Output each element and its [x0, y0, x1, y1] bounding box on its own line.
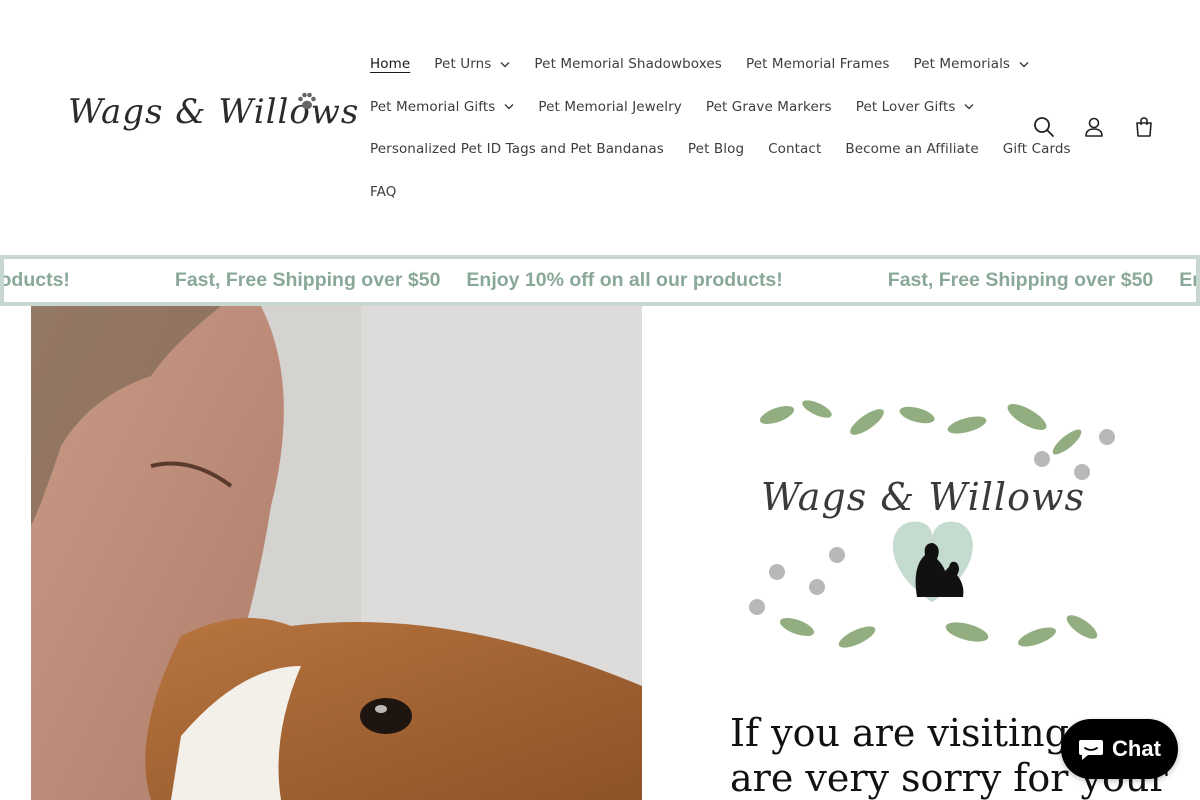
paw-icon: [298, 92, 316, 110]
announcement-message: Enjoy: [1179, 269, 1196, 291]
nav-item-pet-memorial-gifts[interactable]: Pet Memorial Gifts: [370, 99, 514, 115]
header-icons: [1030, 113, 1158, 141]
brand-logo[interactable]: Wags & Willows: [62, 86, 358, 150]
nav-item-label: Contact: [768, 141, 822, 158]
announcement-message: Enjoy 10% off on all our products!: [466, 269, 783, 291]
card-brand-name: Wags & Willows: [761, 475, 1085, 519]
nav-item-gift-cards[interactable]: Gift Cards: [1003, 141, 1071, 157]
cart-icon[interactable]: [1130, 113, 1158, 141]
nav-item-contact[interactable]: Contact: [768, 141, 821, 157]
nav-item-pet-lover-gifts[interactable]: Pet Lover Gifts: [856, 99, 975, 115]
announcement-message: products!: [0, 269, 70, 291]
chat-label: Chat: [1112, 736, 1161, 761]
search-icon[interactable]: [1030, 113, 1058, 141]
hero-section: Wags & Willows If you are visiting, we a…: [0, 306, 1200, 800]
nav-item-label: Pet Memorial Frames: [745, 56, 890, 73]
nav-item-become-an-affiliate[interactable]: Become an Affiliate: [845, 141, 978, 157]
account-icon[interactable]: [1080, 113, 1108, 141]
nav-item-home[interactable]: Home: [370, 56, 410, 72]
nav-item-label: Pet Lover Gifts: [855, 98, 956, 115]
nav-row: Personalized Pet ID Tags and Pet Bandana…: [370, 128, 1071, 171]
chat-bubble-icon: [1079, 740, 1104, 760]
site-header: Wags & Willows Home Pet Urns Pet Memorial …: [0, 0, 1200, 255]
chevron-down-icon: [1019, 61, 1029, 68]
nav-item-label: Gift Cards: [1002, 141, 1071, 158]
nav-item-pet-memorial-shadowboxes[interactable]: Pet Memorial Shadowboxes: [534, 56, 722, 72]
nav-item-pet-urns[interactable]: Pet Urns: [434, 56, 510, 72]
chevron-down-icon: [504, 104, 514, 110]
nav-item-label: Personalized Pet ID Tags and Pet Bandana…: [370, 141, 664, 158]
nav-item-label: Home: [370, 56, 411, 73]
announcement-bar: products! Fast, Free Shipping over $50 Enj…: [0, 255, 1200, 306]
nav-item-personalized-pet-id-tags-and-pet-bandanas[interactable]: Personalized Pet ID Tags and Pet Bandana…: [370, 141, 664, 157]
main-navigation: Home Pet Urns Pet Memorial Shadowboxes Pet …: [370, 43, 1071, 214]
nav-item-label: FAQ: [370, 183, 397, 200]
nav-item-label: Pet Grave Markers: [705, 98, 832, 115]
nav-item-pet-memorial-jewelry[interactable]: Pet Memorial Jewelry: [538, 99, 681, 115]
nav-item-pet-memorials[interactable]: Pet Memorials: [913, 56, 1029, 72]
announcement-marquee: products! Fast, Free Shipping over $50 Enj…: [0, 269, 1196, 292]
leaves-illustration: [749, 400, 1115, 648]
nav-item-label: Pet Memorials: [913, 56, 1011, 73]
nav-item-pet-memorial-frames[interactable]: Pet Memorial Frames: [746, 56, 890, 72]
nav-item-label: Become an Affiliate: [845, 141, 979, 158]
nav-item-label: Pet Memorial Gifts: [370, 98, 496, 115]
chat-button[interactable]: Chat: [1061, 719, 1178, 779]
announcement-inner: products!Fast, Free Shipping over $50Enj…: [4, 259, 1196, 302]
chevron-down-icon: [500, 61, 510, 68]
nav-item-pet-blog[interactable]: Pet Blog: [688, 141, 744, 157]
nav-row: FAQ: [370, 171, 1010, 214]
announcement-message: Fast, Free Shipping over $50: [887, 269, 1154, 291]
nav-row: Home Pet Urns Pet Memorial Shadowboxes Pet …: [370, 43, 1029, 86]
announcement-message: Fast, Free Shipping over $50: [174, 269, 441, 291]
nav-item-label: Pet Memorial Shadowboxes: [534, 56, 722, 73]
nav-item-pet-grave-markers[interactable]: Pet Grave Markers: [706, 99, 832, 115]
chevron-down-icon: [964, 104, 974, 110]
nav-row: Pet Memorial Gifts Pet Memorial Jewelry Pe…: [370, 86, 1010, 129]
nav-item-label: Pet Memorial Jewelry: [538, 98, 682, 115]
hero-photo-woman-with-dog: [31, 306, 642, 800]
nav-item-label: Pet Blog: [687, 141, 745, 158]
nav-item-faq[interactable]: FAQ: [370, 184, 396, 200]
memorial-card-image: Wags & Willows: [737, 397, 1127, 657]
nav-item-label: Pet Urns: [434, 56, 492, 73]
